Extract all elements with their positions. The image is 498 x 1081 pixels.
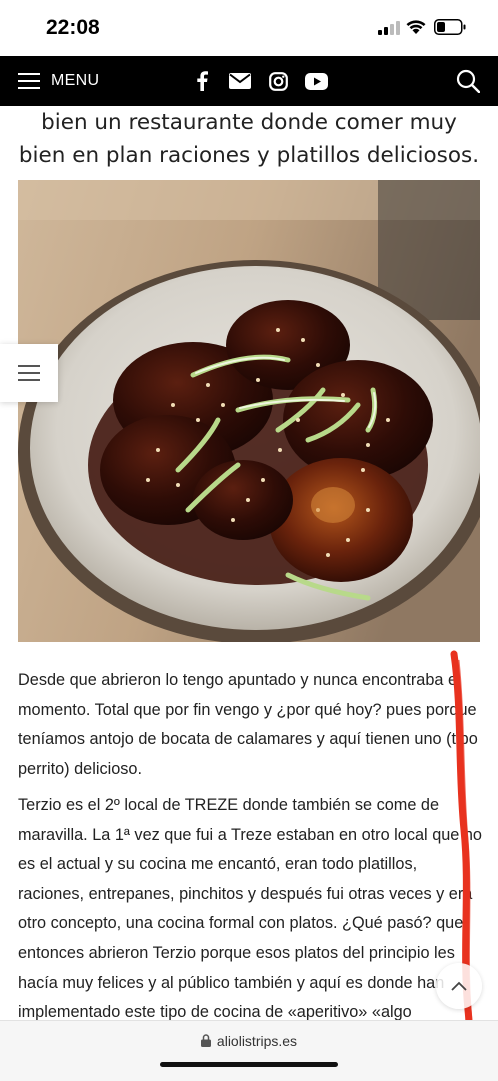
hamburger-icon — [18, 365, 40, 381]
browser-address-bar[interactable]: aliolistrips.es — [0, 1020, 498, 1081]
scroll-to-top-button[interactable] — [436, 963, 482, 1009]
top-nav: MENU — [0, 56, 498, 106]
battery-icon — [434, 19, 466, 35]
hamburger-icon — [18, 73, 40, 89]
mail-icon[interactable] — [228, 69, 252, 93]
facebook-icon[interactable] — [190, 69, 214, 93]
signal-icon — [378, 21, 400, 35]
floating-menu-button[interactable] — [0, 344, 58, 402]
youtube-icon[interactable] — [304, 69, 328, 93]
instagram-icon[interactable] — [266, 69, 290, 93]
article-paragraph-2: Terzio es el 2º local de TREZE donde tam… — [18, 796, 482, 1051]
clock: 22:08 — [46, 16, 100, 39]
wifi-icon — [406, 20, 426, 34]
url-display[interactable]: aliolistrips.es — [0, 1033, 498, 1049]
status-bar: 22:08 — [0, 0, 498, 56]
search-icon[interactable] — [456, 69, 480, 93]
menu-button[interactable]: MENU — [18, 56, 99, 106]
food-photo — [18, 180, 480, 642]
chevron-up-icon — [451, 981, 467, 991]
article-intro-heading: bien un restaurante donde comer muy bien… — [0, 106, 498, 172]
menu-label: MENU — [51, 72, 100, 89]
heading-line-1: bien un restaurante donde comer muy — [41, 110, 457, 135]
social-links — [190, 69, 328, 93]
lock-icon — [200, 1034, 211, 1047]
url-text: aliolistrips.es — [216, 1033, 298, 1049]
home-indicator[interactable] — [160, 1062, 338, 1067]
article-paragraph-1: Desde que abrieron lo tengo apuntado y n… — [18, 671, 478, 778]
heading-line-2: bien en plan raciones y platillos delici… — [18, 143, 480, 168]
